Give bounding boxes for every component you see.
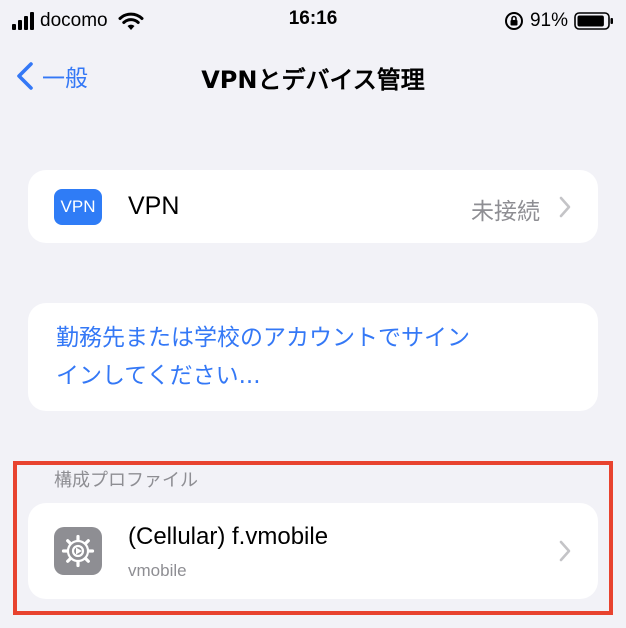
section-header-profiles: 構成プロファイル	[54, 470, 198, 491]
profile-subtitle: vmobile	[128, 561, 187, 580]
battery-icon	[574, 12, 613, 30]
signin-card: 勤務先または学校のアカウントでサイン インしてください...	[28, 303, 598, 411]
signin-link[interactable]: 勤務先または学校のアカウントでサイン インしてください...	[56, 319, 586, 395]
page-title: VPNとデバイス管理	[201, 66, 425, 94]
settings-gear-icon	[54, 527, 102, 575]
vpn-label: VPN	[128, 192, 180, 220]
orientation-lock-icon	[504, 12, 523, 30]
chevron-right-icon	[559, 196, 571, 218]
status-bar-right: 91%	[504, 8, 614, 34]
vpn-status: 未接続	[471, 199, 540, 225]
profile-row[interactable]: (Cellular) f.vmobile vmobile	[28, 503, 598, 599]
gear-icon	[61, 534, 95, 568]
vpn-icon: VPN	[54, 189, 102, 225]
signin-link-line-2: インしてください...	[56, 363, 261, 389]
signin-link-line-1: 勤務先または学校のアカウントでサイン	[56, 325, 470, 351]
navigation-bar: 一般 VPNとデバイス管理	[0, 52, 626, 100]
vpn-row[interactable]: VPN VPN 未接続	[28, 170, 598, 243]
status-bar: docomo 16:16 91%	[0, 0, 626, 44]
chevron-right-icon	[559, 540, 571, 562]
profile-name: (Cellular) f.vmobile	[128, 523, 329, 550]
battery-percent: 91%	[529, 10, 568, 31]
